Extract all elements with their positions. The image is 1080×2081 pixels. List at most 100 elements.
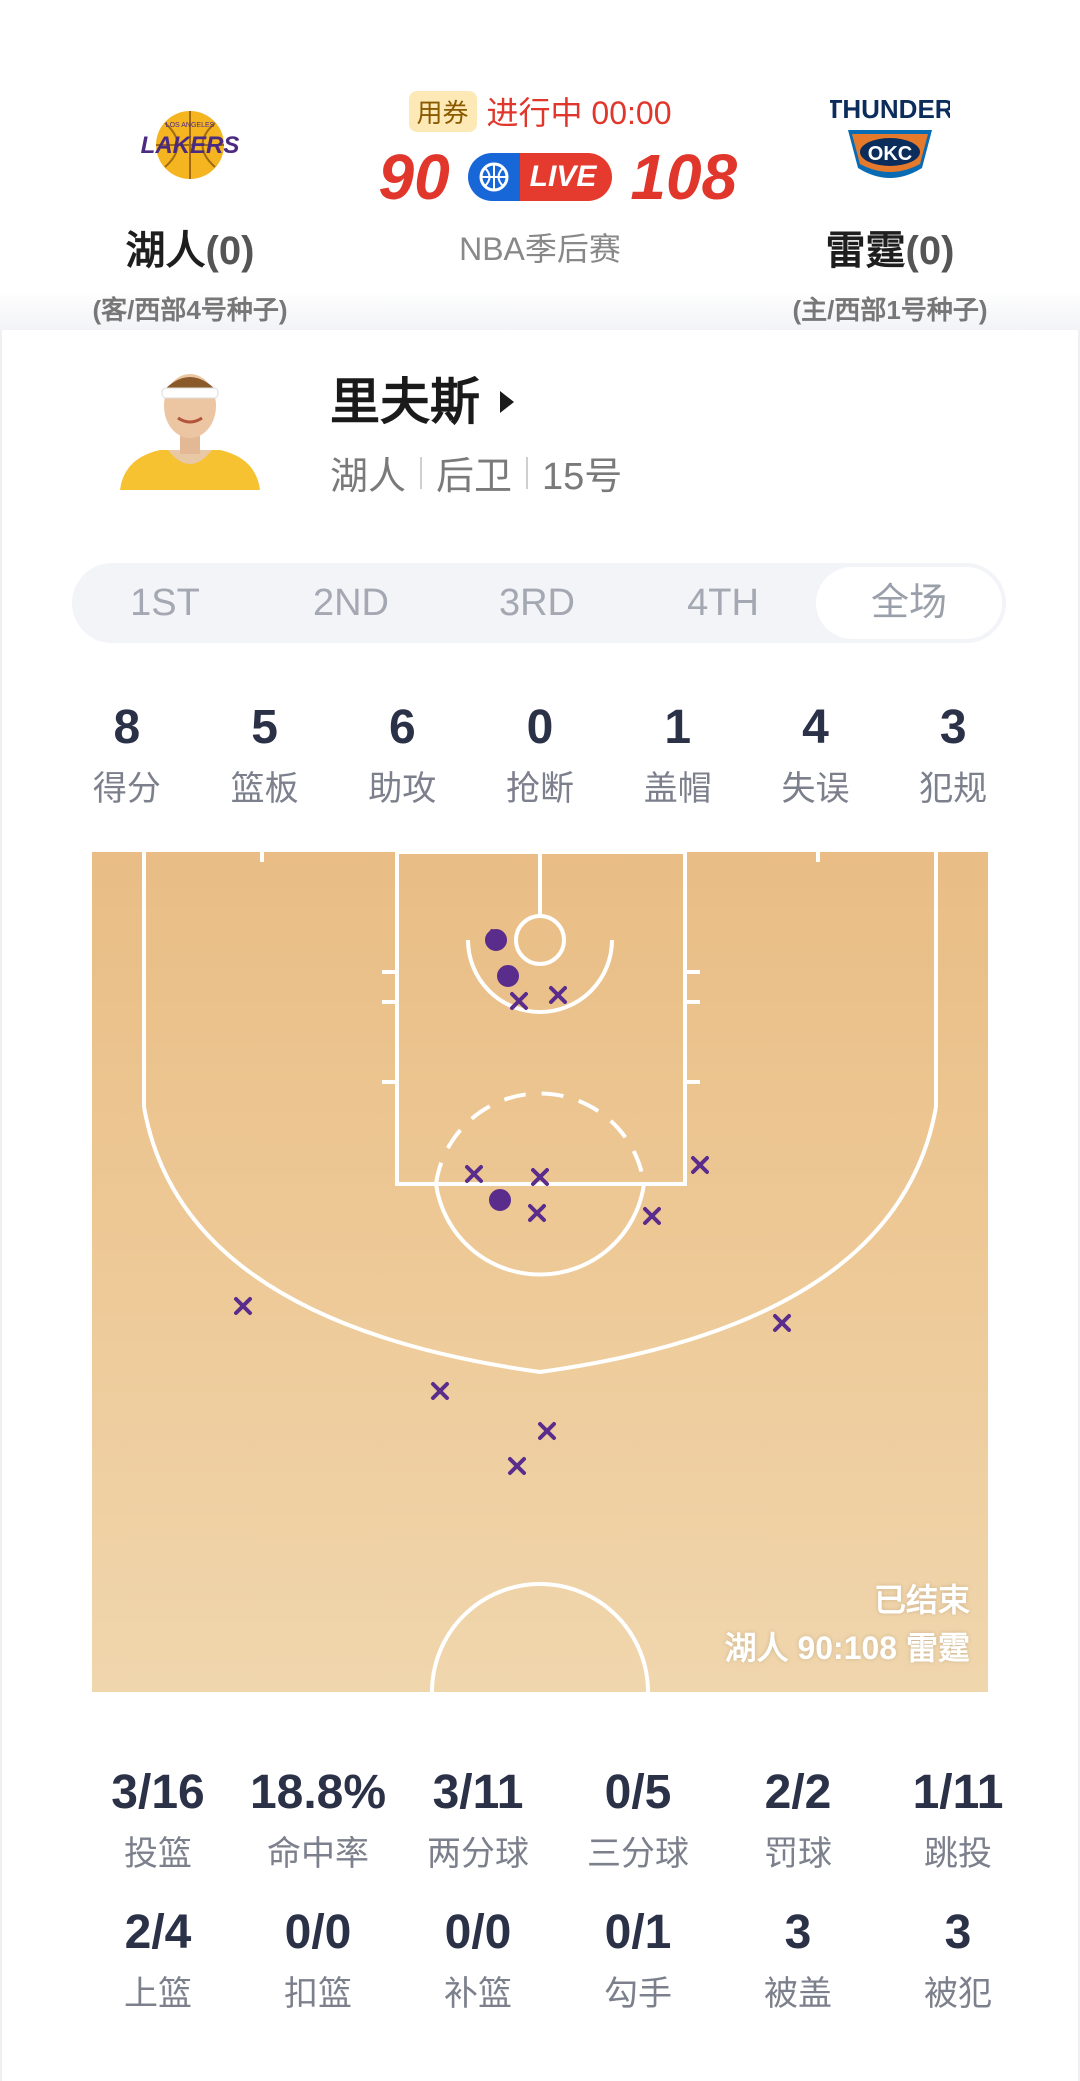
stat-label: 盖帽 [643,770,712,808]
away-team-seed: (客/西部4号种子) [92,295,288,325]
stat-label: 勾手 [604,1975,672,2013]
stat-value: 2/2 [764,1766,832,1819]
league-name: NBA季后赛 [459,231,621,267]
stat-value: 1/11 [912,1766,1004,1819]
lakers-logo: LOS ANGELES LAKERS [125,80,255,210]
away-team-name: 湖人(0) [40,218,340,276]
basketball-icon [467,153,520,201]
missed-shot-marker [549,986,567,1004]
stat-label: 上篮 [124,1975,192,2013]
stat-label: 补篮 [444,1975,512,2013]
stat-fouls: 3 犯规 [884,700,1022,810]
stat-3pt: 0/5 三分球 [558,1765,718,1875]
stat-label: 罚球 [764,1835,832,1873]
missed-shot-marker [538,1422,556,1440]
thunder-logo-small-text: OKC [868,143,912,165]
stat-turnovers: 4 失误 [747,700,885,810]
stat-value: 1 [664,701,692,754]
stat-fg-pct: 18.8% 命中率 [238,1765,398,1875]
missed-shot-marker [234,1297,252,1315]
stat-value: 0/0 [444,1906,512,1959]
lakers-logo-small-text: LOS ANGELES [166,122,215,129]
stat-value: 3/11 [432,1766,524,1819]
player-avatar [110,360,270,490]
home-score: 108 [630,141,738,213]
stat-value: 4 [802,701,829,754]
thunder-logo: THUNDER OKC [825,80,955,210]
stat-label: 跳投 [924,1835,992,1873]
game-final-score: 湖人 90:108 雷霆 [724,1630,970,1666]
stat-value: 2/4 [124,1906,192,1959]
tab-3rd[interactable]: 3RD [444,567,630,639]
court-result-overlay: 已结束 湖人 90:108 雷霆 [725,1576,970,1672]
made-shot-marker [497,965,519,987]
stat-blocked: 3 被盖 [718,1905,878,2015]
stat-tip-in: 0/0 补篮 [398,1905,558,2015]
stat-dunk: 0/0 扣篮 [238,1905,398,2015]
stat-hook: 0/1 勾手 [558,1905,718,2015]
stat-value: 0/5 [604,1766,672,1819]
player-number: 15号 [542,456,623,498]
stat-steals: 0 抢断 [471,700,609,810]
home-team-name: 雷霆(0) [740,218,1040,276]
tab-1st[interactable]: 1ST [72,567,258,639]
stat-label: 三分球 [587,1835,689,1873]
tab-full-game[interactable]: 全场 [816,567,1002,639]
away-team-wins: (0) [205,229,255,273]
stat-assists: 6 助攻 [333,700,471,810]
tab-2nd[interactable]: 2ND [258,567,444,639]
stat-value: 0 [526,701,554,754]
missed-shot-marker [528,1204,546,1222]
game-final-status: 已结束 [873,1582,970,1618]
coupon-badge[interactable]: 用券 [408,90,477,132]
missed-shot-marker [531,1168,549,1186]
stat-value: 5 [251,701,278,754]
stat-2pt: 3/11 两分球 [398,1765,558,1875]
lakers-logo-text: LAKERS [141,132,240,159]
made-shot-marker [489,1189,511,1211]
match-header: LOS ANGELES LAKERS 湖人(0) (客/西部4号种子) 用券 进… [0,0,1080,330]
missed-shot-marker [465,1165,483,1183]
player-section[interactable]: 里夫斯 湖人 后卫 15号 [0,340,1080,510]
court-lines [142,852,938,1692]
stat-ft: 2/2 罚球 [718,1765,878,1875]
stat-label: 失误 [781,770,850,808]
player-name-text: 里夫斯 [330,374,480,430]
stat-fouled: 3 被犯 [878,1905,1038,2015]
stat-value: 18.8% [249,1766,387,1819]
made-shot-marker [485,929,507,951]
stat-jumpshot: 1/11 跳投 [878,1765,1038,1875]
stat-label: 被盖 [764,1975,832,2013]
stat-label: 得分 [92,770,161,808]
score-block: 用券 进行中 00:00 90 LIVE 108 NBA季后赛 [330,88,750,270]
period-tabs: 1ST 2ND 3RD 4TH 全场 [72,563,1006,643]
stat-value: 3/16 [111,1766,205,1819]
stat-label: 命中率 [267,1835,369,1873]
stat-fg: 3/16 投篮 [78,1765,238,1875]
home-team-seed: (主/西部1号种子) [792,295,988,325]
shot-chart-court: 已结束 湖人 90:108 雷霆 [92,852,988,1692]
tab-4th[interactable]: 4TH [630,567,816,639]
divider [420,456,423,489]
player-position: 后卫 [436,456,513,498]
stat-rebounds: 5 篮板 [196,700,334,810]
stat-label: 被犯 [924,1975,992,2013]
away-team-label: 湖人 [125,229,206,273]
away-team[interactable]: LOS ANGELES LAKERS 湖人(0) (客/西部4号种子) [40,80,340,327]
stat-value: 0/0 [284,1906,352,1959]
live-label: LIVE [519,153,613,201]
live-badge[interactable]: LIVE [467,153,613,201]
missed-shot-marker [773,1314,791,1332]
player-name[interactable]: 里夫斯 [330,362,516,434]
stat-value: 3 [939,701,967,754]
stat-value: 3 [944,1906,972,1959]
stat-layup: 2/4 上篮 [78,1905,238,2015]
summary-stats: 8 得分 5 篮板 6 助攻 0 抢断 1 盖帽 4 失误 3 犯规 [58,700,1022,810]
stat-value: 8 [113,701,141,754]
shooting-stats: 3/16 投篮 18.8% 命中率 3/11 两分球 0/5 三分球 2/2 罚球 1/1… [78,1765,1038,1875]
stat-label: 两分球 [427,1835,529,1873]
missed-shot-marker [691,1156,709,1174]
stat-points: 8 得分 [58,700,196,810]
home-team-label: 雷霆 [825,229,906,273]
home-team[interactable]: THUNDER OKC 雷霆(0) (主/西部1号种子) [740,80,1040,327]
